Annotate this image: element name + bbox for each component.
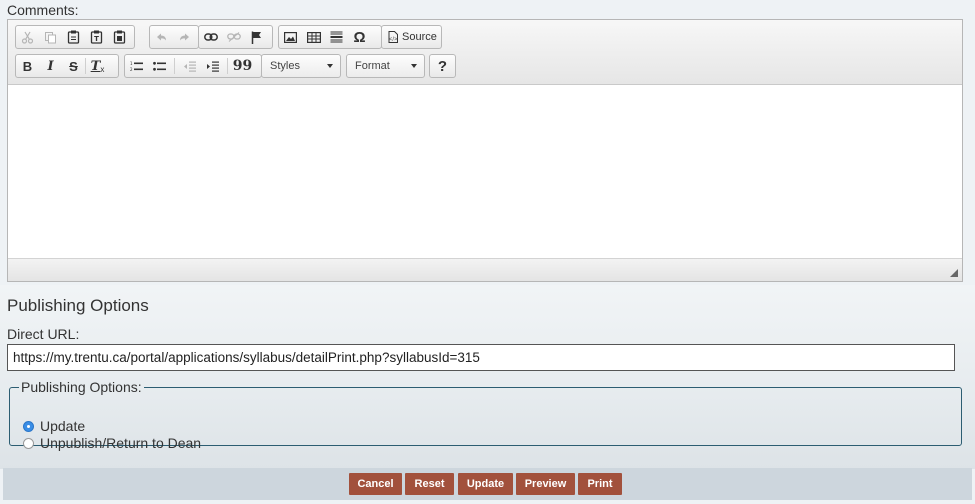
clipboard-group: T (15, 25, 135, 49)
cancel-button[interactable]: Cancel (349, 473, 402, 495)
table-icon[interactable] (302, 26, 325, 48)
source-group: </> Source (381, 25, 442, 49)
cut-icon[interactable] (16, 26, 39, 48)
strikethrough-button[interactable]: S (62, 55, 85, 77)
direct-url-field[interactable] (7, 344, 955, 371)
radio-unpublish[interactable] (23, 437, 34, 449)
reset-button[interactable]: Reset (405, 473, 454, 495)
source-icon: </> (388, 31, 398, 43)
publishing-options-legend: Publishing Options: (21, 379, 142, 395)
comments-editor-area[interactable] (8, 85, 962, 259)
outdent-icon[interactable] (178, 55, 201, 77)
format-label: Format (355, 60, 390, 72)
link-group (198, 25, 273, 49)
undo-group (149, 25, 199, 49)
redo-icon[interactable] (173, 26, 196, 48)
radio-update-label: Update (40, 418, 86, 434)
direct-url-label: Direct URL: (7, 326, 80, 342)
undo-icon[interactable] (150, 26, 173, 48)
bold-button[interactable]: B (16, 55, 39, 77)
publishing-options-fieldset: Publishing Options: Update Unpublish/Ret… (9, 379, 962, 451)
remove-format-icon: T (90, 58, 101, 74)
unlink-icon[interactable] (222, 26, 245, 48)
source-button[interactable]: </> Source (382, 26, 443, 48)
image-icon[interactable] (279, 26, 302, 48)
update-button[interactable]: Update (458, 473, 513, 495)
numbered-list-icon[interactable]: 12 (125, 55, 148, 77)
anchor-icon[interactable] (245, 26, 268, 48)
chevron-down-icon (411, 64, 417, 68)
paste-icon[interactable] (62, 26, 85, 48)
separator (174, 58, 175, 74)
separator (227, 58, 228, 74)
radio-option-update[interactable]: Update (23, 418, 85, 434)
resize-handle-icon[interactable] (950, 269, 958, 277)
horizontal-rule-icon[interactable] (325, 26, 348, 48)
bulleted-list-icon[interactable] (148, 55, 171, 77)
radio-option-unpublish[interactable]: Unpublish/Return to Dean (23, 435, 201, 451)
print-button[interactable]: Print (578, 473, 622, 495)
svg-text:</>: </> (388, 37, 398, 43)
blockquote-icon[interactable]: 99 (231, 55, 254, 77)
copy-icon[interactable] (39, 26, 62, 48)
source-label: Source (402, 31, 437, 43)
insert-group: Ω (278, 25, 382, 49)
link-icon[interactable] (199, 26, 222, 48)
format-dropdown[interactable]: Format (346, 54, 425, 78)
special-char-icon[interactable]: Ω (348, 26, 371, 48)
editor-status-bar (8, 258, 962, 281)
radio-unpublish-label: Unpublish/Return to Dean (40, 435, 202, 451)
publishing-options-heading: Publishing Options (7, 296, 149, 315)
chevron-down-icon (327, 64, 333, 68)
paste-word-icon[interactable] (108, 26, 131, 48)
svg-text:2: 2 (130, 67, 133, 72)
italic-button[interactable]: I (39, 55, 62, 77)
remove-format-button[interactable]: Tx (86, 55, 109, 77)
basic-styles-group: B I S Tx (15, 54, 119, 78)
styles-dropdown[interactable]: Styles (261, 54, 341, 78)
styles-label: Styles (270, 60, 300, 72)
svg-text:1: 1 (130, 61, 133, 66)
preview-button[interactable]: Preview (516, 473, 575, 495)
svg-text:T: T (94, 35, 99, 43)
paragraph-group: 12 99 (124, 54, 262, 78)
radio-update[interactable] (23, 420, 34, 432)
rich-text-editor: T Ω </> Source B I S T x 1 2 99 Styles F… (7, 19, 963, 282)
help-group: ? (429, 54, 456, 78)
help-icon[interactable]: ? (431, 55, 454, 77)
comments-label: Comments: (7, 2, 79, 18)
indent-icon[interactable] (201, 55, 224, 77)
paste-text-icon[interactable]: T (85, 26, 108, 48)
editor-toolbar: T Ω </> Source B I S T x 1 2 99 Styles F… (8, 20, 962, 85)
